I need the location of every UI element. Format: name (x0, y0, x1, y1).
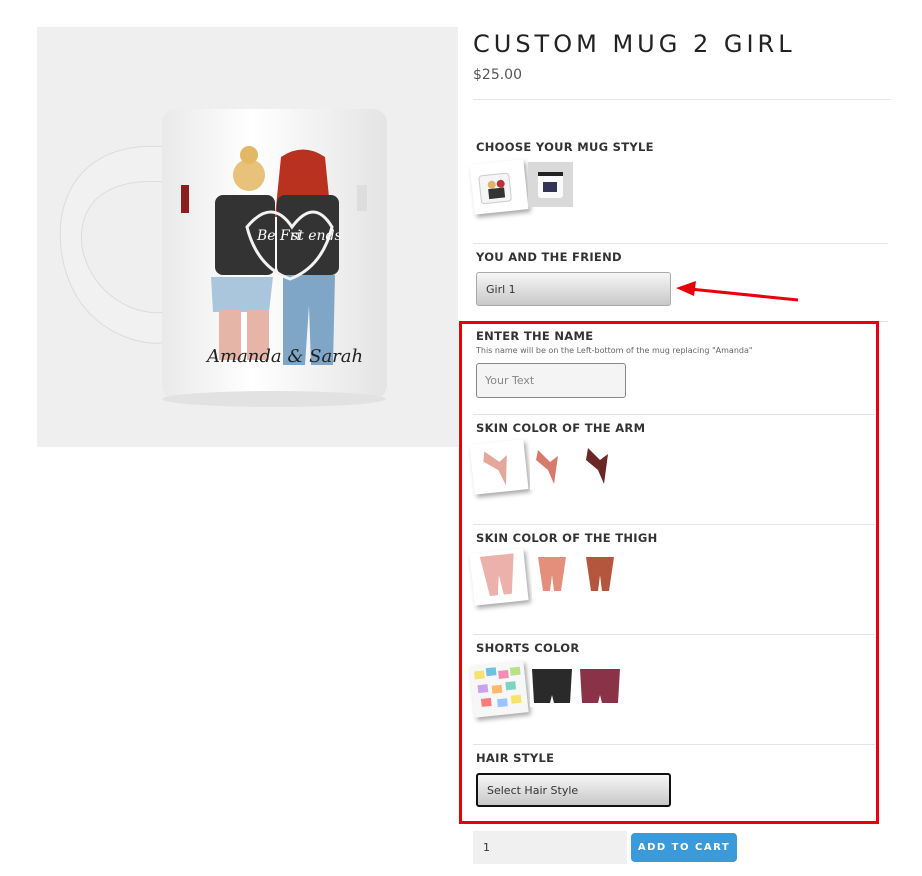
hair-label: HAIR STYLE (476, 751, 555, 765)
name-label: ENTER THE NAME (476, 329, 594, 343)
hair-style-select[interactable]: Select Hair Style (476, 773, 671, 807)
add-to-cart-button[interactable]: ADD TO CART (631, 833, 737, 862)
divider (473, 99, 891, 100)
friend-select[interactable]: Girl 1 (476, 272, 671, 306)
quantity-input[interactable]: 1 (473, 831, 627, 864)
shorts-color-option-1[interactable] (469, 660, 529, 718)
divider (473, 634, 875, 635)
thigh-color-option-3[interactable] (580, 553, 620, 599)
arm-color-option-3[interactable] (580, 442, 620, 490)
arm-label: SKIN COLOR OF THE ARM (476, 421, 646, 435)
arm-color-option-1[interactable] (469, 439, 529, 495)
friend-label: YOU AND THE FRIEND (476, 250, 622, 264)
annotation-arrow (676, 281, 799, 302)
mug-name-text: Amanda & Sarah (205, 346, 363, 367)
product-title: CUSTOM MUG 2 GIRL (473, 30, 796, 58)
divider (473, 414, 875, 415)
mug-style-label: CHOOSE YOUR MUG STYLE (476, 140, 654, 154)
divider (473, 744, 875, 745)
name-help-text: This name will be on the Left-bottom of … (476, 346, 753, 355)
arm-color-option-2[interactable] (530, 442, 570, 490)
shorts-color-option-2[interactable] (530, 665, 574, 707)
thigh-color-option-2[interactable] (532, 553, 572, 599)
mug-style-option-2[interactable] (528, 162, 573, 207)
thigh-label: SKIN COLOR OF THE THIGH (476, 531, 658, 545)
mug-style-option-1[interactable] (469, 159, 529, 215)
thigh-color-option-1[interactable] (469, 548, 529, 606)
jacket-text-right: st ends (291, 228, 342, 244)
shorts-label: SHORTS COLOR (476, 641, 580, 655)
name-input[interactable]: Your Text (476, 363, 626, 398)
product-price: $25.00 (473, 67, 522, 83)
divider (473, 243, 888, 244)
product-image: Be Fri st ends Amanda & Sarah (37, 27, 458, 447)
shorts-color-option-3[interactable] (578, 665, 622, 707)
divider (473, 524, 875, 525)
